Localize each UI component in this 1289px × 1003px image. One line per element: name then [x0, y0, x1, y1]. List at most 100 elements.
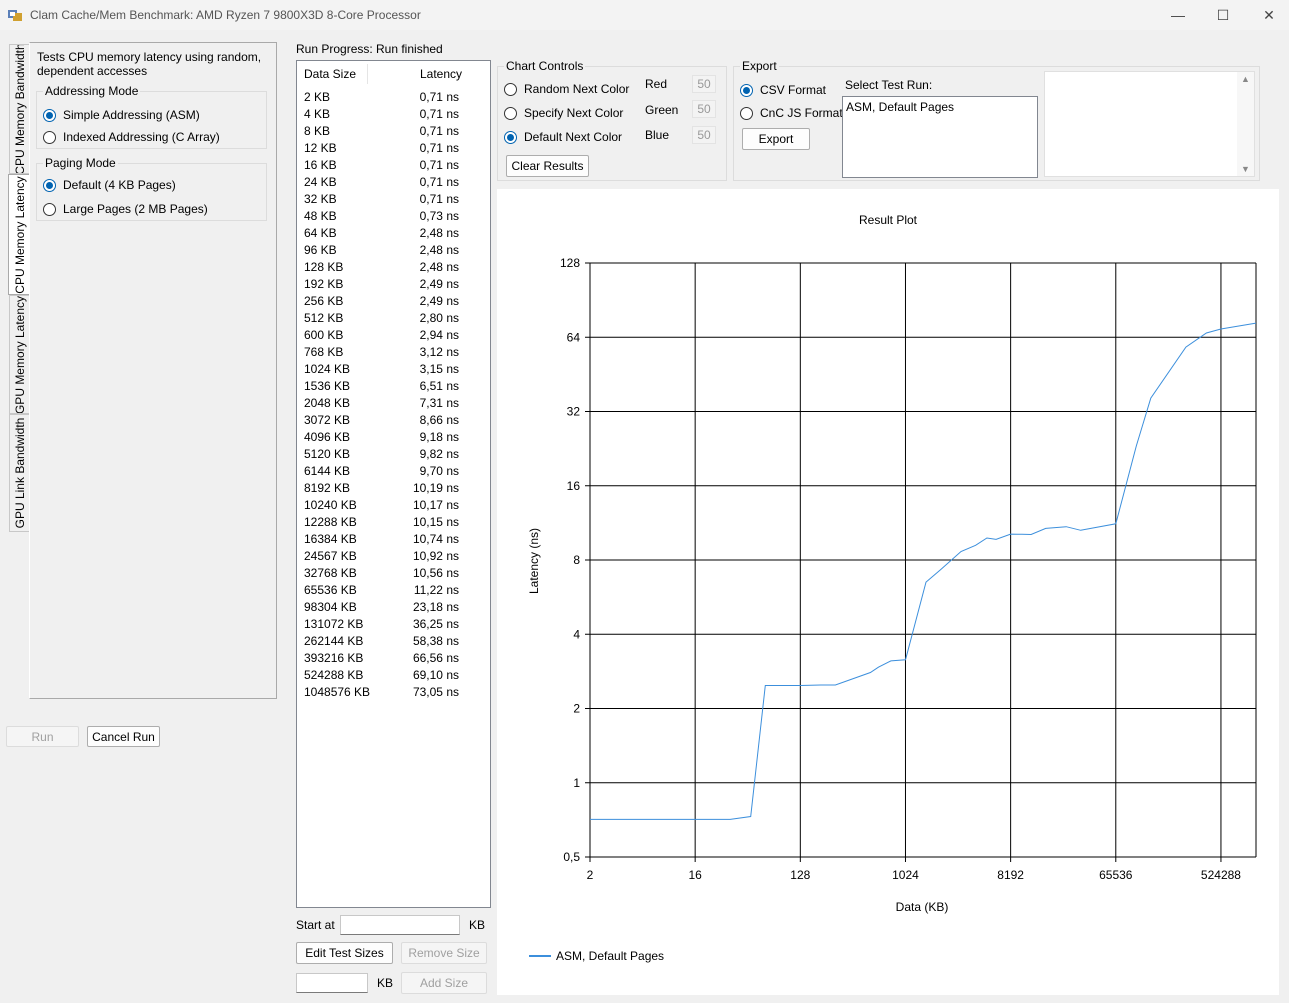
cancel-run-button[interactable]: Cancel Run — [87, 726, 160, 747]
list-item[interactable]: 262144 KB 58,38 ns — [297, 632, 489, 649]
radio-icon[interactable] — [504, 130, 517, 144]
red-input[interactable]: 50 — [692, 75, 716, 93]
list-item[interactable]: 393216 KB 66,56 ns — [297, 649, 489, 666]
blue-input[interactable]: 50 — [692, 126, 716, 144]
radio-default-next-color[interactable]: Default Next Color — [504, 130, 622, 144]
export-output-textbox[interactable]: ▲ ▼ — [1044, 71, 1255, 177]
window-title: Clam Cache/Mem Benchmark: AMD Ryzen 7 98… — [30, 8, 421, 22]
list-item[interactable]: 600 KB 2,94 ns — [297, 326, 489, 343]
remove-size-button[interactable]: Remove Size — [401, 942, 487, 964]
list-item[interactable]: 12288 KB 10,15 ns — [297, 513, 489, 530]
list-item[interactable]: 65536 KB 11,22 ns — [297, 581, 489, 598]
list-item[interactable]: 2048 KB 7,31 ns — [297, 394, 489, 411]
list-item[interactable]: 16 KB 0,71 ns — [297, 156, 489, 173]
radio-specify-next-color[interactable]: Specify Next Color — [504, 106, 623, 120]
list-item[interactable]: 10240 KB 10,17 ns — [297, 496, 489, 513]
latency-cell: 2,94 ns — [419, 328, 459, 342]
list-item[interactable]: 1024 KB 3,15 ns — [297, 360, 489, 377]
list-item[interactable]: 256 KB 2,49 ns — [297, 292, 489, 309]
radio-icon[interactable] — [43, 130, 56, 144]
data-size-cell: 512 KB — [304, 311, 344, 325]
close-button[interactable]: ✕ — [1246, 0, 1289, 30]
list-item[interactable]: 24567 KB 10,92 ns — [297, 547, 489, 564]
green-label: Green — [645, 103, 679, 117]
latency-cell: 10,19 ns — [412, 481, 459, 495]
start-at-input[interactable] — [340, 915, 460, 935]
run-button[interactable]: Run — [6, 726, 79, 747]
data-size-cell: 16384 KB — [304, 532, 357, 546]
list-item[interactable]: 48 KB 0,73 ns — [297, 207, 489, 224]
radio-icon[interactable] — [504, 106, 517, 120]
radio-cnc-js-format[interactable]: CnC JS Format — [740, 106, 843, 120]
test-run-item[interactable]: ASM, Default Pages — [846, 100, 954, 114]
radio-csv-format[interactable]: CSV Format — [740, 83, 826, 97]
radio-large-pages[interactable]: Large Pages (2 MB Pages) — [43, 202, 208, 216]
export-button[interactable]: Export — [742, 128, 810, 150]
list-item[interactable]: 524288 KB 69,10 ns — [297, 666, 489, 683]
radio-simple-addressing[interactable]: Simple Addressing (ASM) — [43, 108, 200, 122]
data-size-cell: 4 KB — [304, 107, 331, 121]
list-item[interactable]: 32768 KB 10,56 ns — [297, 564, 489, 581]
latency-cell: 2,48 ns — [419, 243, 459, 257]
scroll-down-icon[interactable]: ▼ — [1241, 164, 1250, 174]
tab-gpu-memory-latency[interactable]: GPU Memory Latency — [9, 295, 31, 414]
add-size-input[interactable] — [296, 973, 368, 993]
list-item[interactable]: 24 KB 0,71 ns — [297, 173, 489, 190]
tab-cpu-memory-latency[interactable]: CPU Memory Latency — [8, 174, 30, 295]
add-size-button[interactable]: Add Size — [401, 972, 487, 994]
radio-icon[interactable] — [43, 202, 56, 216]
radio-icon[interactable] — [504, 82, 517, 96]
export-group: Export CSV Format CnC JS Format Export S… — [733, 59, 1260, 181]
list-item[interactable]: 32 KB 0,71 ns — [297, 190, 489, 207]
scroll-up-icon[interactable]: ▲ — [1241, 74, 1250, 84]
column-header-latency[interactable]: Latency — [420, 67, 462, 81]
list-item[interactable]: 96 KB 2,48 ns — [297, 241, 489, 258]
radio-default-pages[interactable]: Default (4 KB Pages) — [43, 178, 176, 192]
y-tick-label: 0,5 — [563, 850, 580, 864]
clear-results-button[interactable]: Clear Results — [506, 155, 589, 177]
list-item[interactable]: 768 KB 3,12 ns — [297, 343, 489, 360]
list-item[interactable]: 2 KB 0,71 ns — [297, 88, 489, 105]
radio-icon[interactable] — [740, 83, 753, 97]
list-item[interactable]: 128 KB 2,48 ns — [297, 258, 489, 275]
column-header-data-size[interactable]: Data Size — [304, 67, 356, 81]
list-item[interactable]: 6144 KB 9,70 ns — [297, 462, 489, 479]
list-item[interactable]: 4096 KB 9,18 ns — [297, 428, 489, 445]
list-item[interactable]: 192 KB 2,49 ns — [297, 275, 489, 292]
list-item[interactable]: 131072 KB 36,25 ns — [297, 615, 489, 632]
list-item[interactable]: 12 KB 0,71 ns — [297, 139, 489, 156]
radio-icon[interactable] — [740, 106, 753, 120]
test-run-listbox[interactable]: ASM, Default Pages — [842, 96, 1038, 178]
y-tick-label: 64 — [567, 330, 581, 344]
edit-test-sizes-button[interactable]: Edit Test Sizes — [296, 942, 393, 964]
radio-indexed-addressing[interactable]: Indexed Addressing (C Array) — [43, 130, 220, 144]
run-progress-label: Run Progress: — [296, 42, 373, 56]
run-progress-status: Run finished — [376, 42, 443, 56]
list-item[interactable]: 1048576 KB 73,05 ns — [297, 683, 489, 700]
list-item[interactable]: 16384 KB 10,74 ns — [297, 530, 489, 547]
list-item[interactable]: 1536 KB 6,51 ns — [297, 377, 489, 394]
list-item[interactable]: 512 KB 2,80 ns — [297, 309, 489, 326]
list-item[interactable]: 8 KB 0,71 ns — [297, 122, 489, 139]
list-item[interactable]: 5120 KB 9,82 ns — [297, 445, 489, 462]
radio-random-next-color[interactable]: Random Next Color — [504, 82, 629, 96]
maximize-button[interactable]: ☐ — [1200, 0, 1246, 30]
latency-cell: 23,18 ns — [412, 600, 459, 614]
radio-icon[interactable] — [43, 108, 56, 122]
list-item[interactable]: 8192 KB 10,19 ns — [297, 479, 489, 496]
results-list[interactable]: Data Size Latency 2 KB 0,71 ns 4 KB 0,71 ns… — [296, 60, 491, 908]
latency-cell: 0,71 ns — [419, 175, 459, 189]
tab-cpu-memory-bandwidth[interactable]: CPU Memory Bandwidth — [9, 44, 31, 174]
list-item[interactable]: 3072 KB 8,66 ns — [297, 411, 489, 428]
scrollbar[interactable]: ▲ ▼ — [1237, 72, 1254, 176]
latency-cell: 2,80 ns — [419, 311, 459, 325]
list-item[interactable]: 4 KB 0,71 ns — [297, 105, 489, 122]
radio-icon[interactable] — [43, 178, 56, 192]
list-item[interactable]: 98304 KB 23,18 ns — [297, 598, 489, 615]
add-size-unit: KB — [377, 976, 394, 990]
data-size-cell: 128 KB — [304, 260, 344, 274]
minimize-button[interactable]: — — [1155, 0, 1201, 30]
green-input[interactable]: 50 — [692, 100, 716, 118]
list-item[interactable]: 64 KB 2,48 ns — [297, 224, 489, 241]
tab-gpu-link-bandwidth[interactable]: GPU Link Bandwidth — [9, 414, 31, 532]
